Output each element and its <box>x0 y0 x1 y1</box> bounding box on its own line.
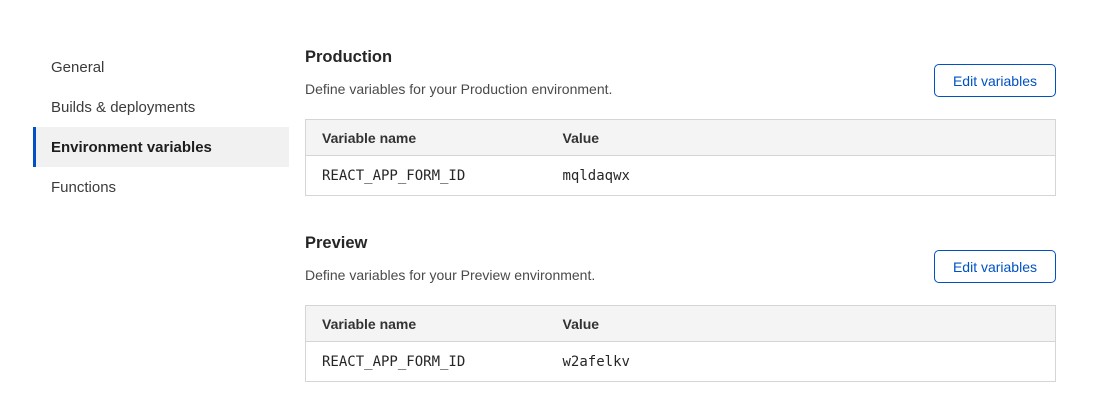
sidebar-item-label: Environment variables <box>51 139 212 156</box>
production-variables-table: Variable name Value REACT_APP_FORM_ID mq… <box>305 119 1056 196</box>
production-section: Production Define variables for your Pro… <box>305 47 1056 196</box>
variable-value-cell: w2afelkv <box>547 342 1056 382</box>
sidebar-item-label: Builds & deployments <box>51 99 195 116</box>
sidebar-item-general[interactable]: General <box>33 47 289 87</box>
table-row: REACT_APP_FORM_ID mqldaqwx <box>306 156 1056 196</box>
settings-sidebar: General Builds & deployments Environment… <box>33 47 289 207</box>
variable-name-cell: REACT_APP_FORM_ID <box>306 342 547 382</box>
table-row: REACT_APP_FORM_ID w2afelkv <box>306 342 1056 382</box>
sidebar-item-label: General <box>51 59 104 76</box>
preview-variables-table: Variable name Value REACT_APP_FORM_ID w2… <box>305 305 1056 382</box>
sidebar-item-label: Functions <box>51 179 116 196</box>
preview-edit-variables-button[interactable]: Edit variables <box>934 250 1056 283</box>
table-header-row: Variable name Value <box>306 306 1056 342</box>
variable-value-cell: mqldaqwx <box>547 156 1056 196</box>
settings-page: General Builds & deployments Environment… <box>0 0 1100 420</box>
sidebar-item-environment-variables[interactable]: Environment variables <box>33 127 289 167</box>
variable-name-column-header: Variable name <box>306 120 547 156</box>
environment-variables-panel: Production Define variables for your Pro… <box>305 47 1056 382</box>
production-edit-variables-button[interactable]: Edit variables <box>934 64 1056 97</box>
sidebar-item-builds-deployments[interactable]: Builds & deployments <box>33 87 289 127</box>
value-column-header: Value <box>547 306 1056 342</box>
variable-name-column-header: Variable name <box>306 306 547 342</box>
table-header-row: Variable name Value <box>306 120 1056 156</box>
preview-section: Preview Define variables for your Previe… <box>305 233 1056 382</box>
sidebar-item-functions[interactable]: Functions <box>33 167 289 207</box>
variable-name-cell: REACT_APP_FORM_ID <box>306 156 547 196</box>
value-column-header: Value <box>547 120 1056 156</box>
